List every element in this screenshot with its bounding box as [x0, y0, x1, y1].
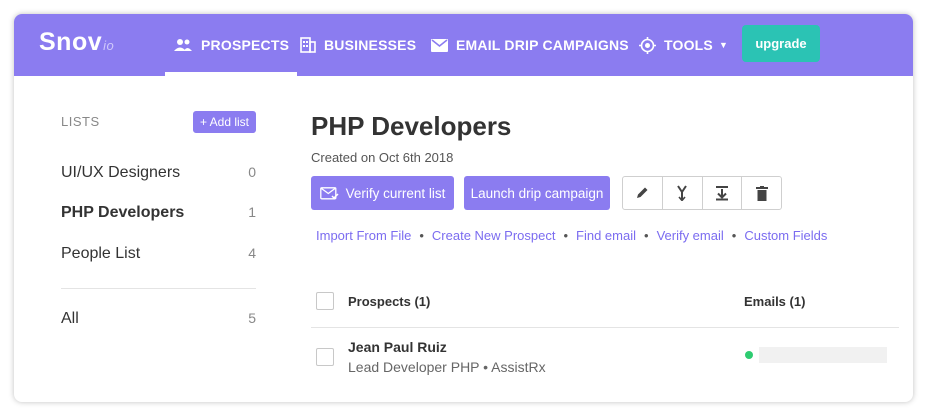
edit-button[interactable]	[623, 177, 663, 209]
list-item-all[interactable]: All 5	[61, 310, 256, 328]
logo-suffix: io	[103, 38, 115, 53]
prospect-name[interactable]: Jean Paul Ruiz	[348, 339, 447, 355]
select-all-checkbox[interactable]	[316, 292, 334, 310]
find-email-link[interactable]: Find email	[576, 228, 636, 243]
trash-icon	[755, 185, 768, 201]
people-icon	[174, 39, 192, 51]
add-list-button[interactable]: + Add list	[193, 111, 256, 133]
list-count: 4	[248, 245, 256, 261]
upgrade-button[interactable]: upgrade	[742, 25, 820, 62]
separator: •	[419, 228, 424, 243]
row-checkbox[interactable]	[316, 348, 334, 366]
verify-list-button[interactable]: Verify current list	[311, 176, 454, 210]
list-name: PHP Developers	[61, 204, 185, 221]
column-header-emails[interactable]: Emails (1)	[744, 294, 805, 309]
create-new-prospect-link[interactable]: Create New Prospect	[432, 228, 556, 243]
download-icon	[715, 186, 728, 201]
target-icon	[639, 36, 656, 54]
nav-tools-label: TOOLS	[664, 37, 713, 53]
lists-heading: LISTS	[61, 114, 100, 129]
pencil-icon	[637, 187, 648, 198]
verify-email-link[interactable]: Verify email	[657, 228, 724, 243]
top-navbar: Snovio PROSPECTS BUSINESSES EMAIL DRIP C…	[14, 14, 913, 76]
column-header-prospects[interactable]: Prospects (1)	[348, 294, 430, 309]
separator: •	[644, 228, 649, 243]
list-name: People List	[61, 245, 141, 262]
envelope-check-icon	[319, 186, 339, 199]
nav-email-drip-campaigns[interactable]: EMAIL DRIP CAMPAIGNS	[431, 14, 629, 76]
nav-prospects-label: PROSPECTS	[201, 37, 290, 53]
delete-button[interactable]	[742, 177, 781, 209]
list-name: All	[61, 310, 79, 327]
envelope-icon	[431, 38, 448, 52]
export-button[interactable]	[703, 177, 743, 209]
email-redacted	[759, 347, 887, 363]
list-count: 0	[248, 164, 256, 180]
list-count: 5	[248, 310, 256, 326]
created-date: Created on Oct 6th 2018	[311, 150, 454, 165]
nav-businesses-label: BUSINESSES	[324, 37, 417, 53]
logo[interactable]: Snovio	[39, 28, 114, 57]
list-item-php-developers[interactable]: PHP Developers 1	[61, 204, 256, 222]
logo-text: Snov	[39, 28, 103, 56]
nav-prospects[interactable]: PROSPECTS	[165, 14, 298, 76]
building-icon	[300, 37, 316, 53]
separator: •	[563, 228, 569, 243]
nav-email-drip-label: EMAIL DRIP CAMPAIGNS	[456, 37, 629, 53]
list-count: 1	[248, 204, 256, 220]
chevron-down-icon: ▼	[718, 40, 729, 50]
list-actions-toolbar	[622, 176, 782, 210]
nav-businesses[interactable]: BUSINESSES	[300, 14, 416, 76]
merge-button[interactable]	[663, 177, 703, 209]
email-status-dot	[745, 351, 753, 359]
nav-tools[interactable]: TOOLS ▼	[639, 14, 728, 76]
import-from-file-link[interactable]: Import From File	[316, 228, 411, 243]
page-title: PHP Developers	[311, 111, 512, 141]
separator: •	[731, 228, 737, 243]
verify-list-label: Verify current list	[345, 185, 446, 201]
quick-links: Import From File • Create New Prospect • Fin…	[316, 228, 827, 243]
list-name: UI/UX Designers	[61, 164, 181, 181]
app-window: Snovio PROSPECTS BUSINESSES EMAIL DRIP C…	[14, 14, 913, 402]
list-item-people-list[interactable]: People List 4	[61, 245, 256, 263]
prospect-title-company: Lead Developer PHP • AssistRx	[348, 359, 546, 375]
sidebar-divider	[61, 288, 256, 289]
table-header-divider	[311, 327, 899, 328]
launch-drip-campaign-button[interactable]: Launch drip campaign	[464, 176, 610, 210]
list-item-ui-ux-designers[interactable]: UI/UX Designers 0	[61, 164, 256, 182]
merge-icon	[677, 185, 687, 201]
custom-fields-link[interactable]: Custom Fields	[744, 228, 827, 243]
